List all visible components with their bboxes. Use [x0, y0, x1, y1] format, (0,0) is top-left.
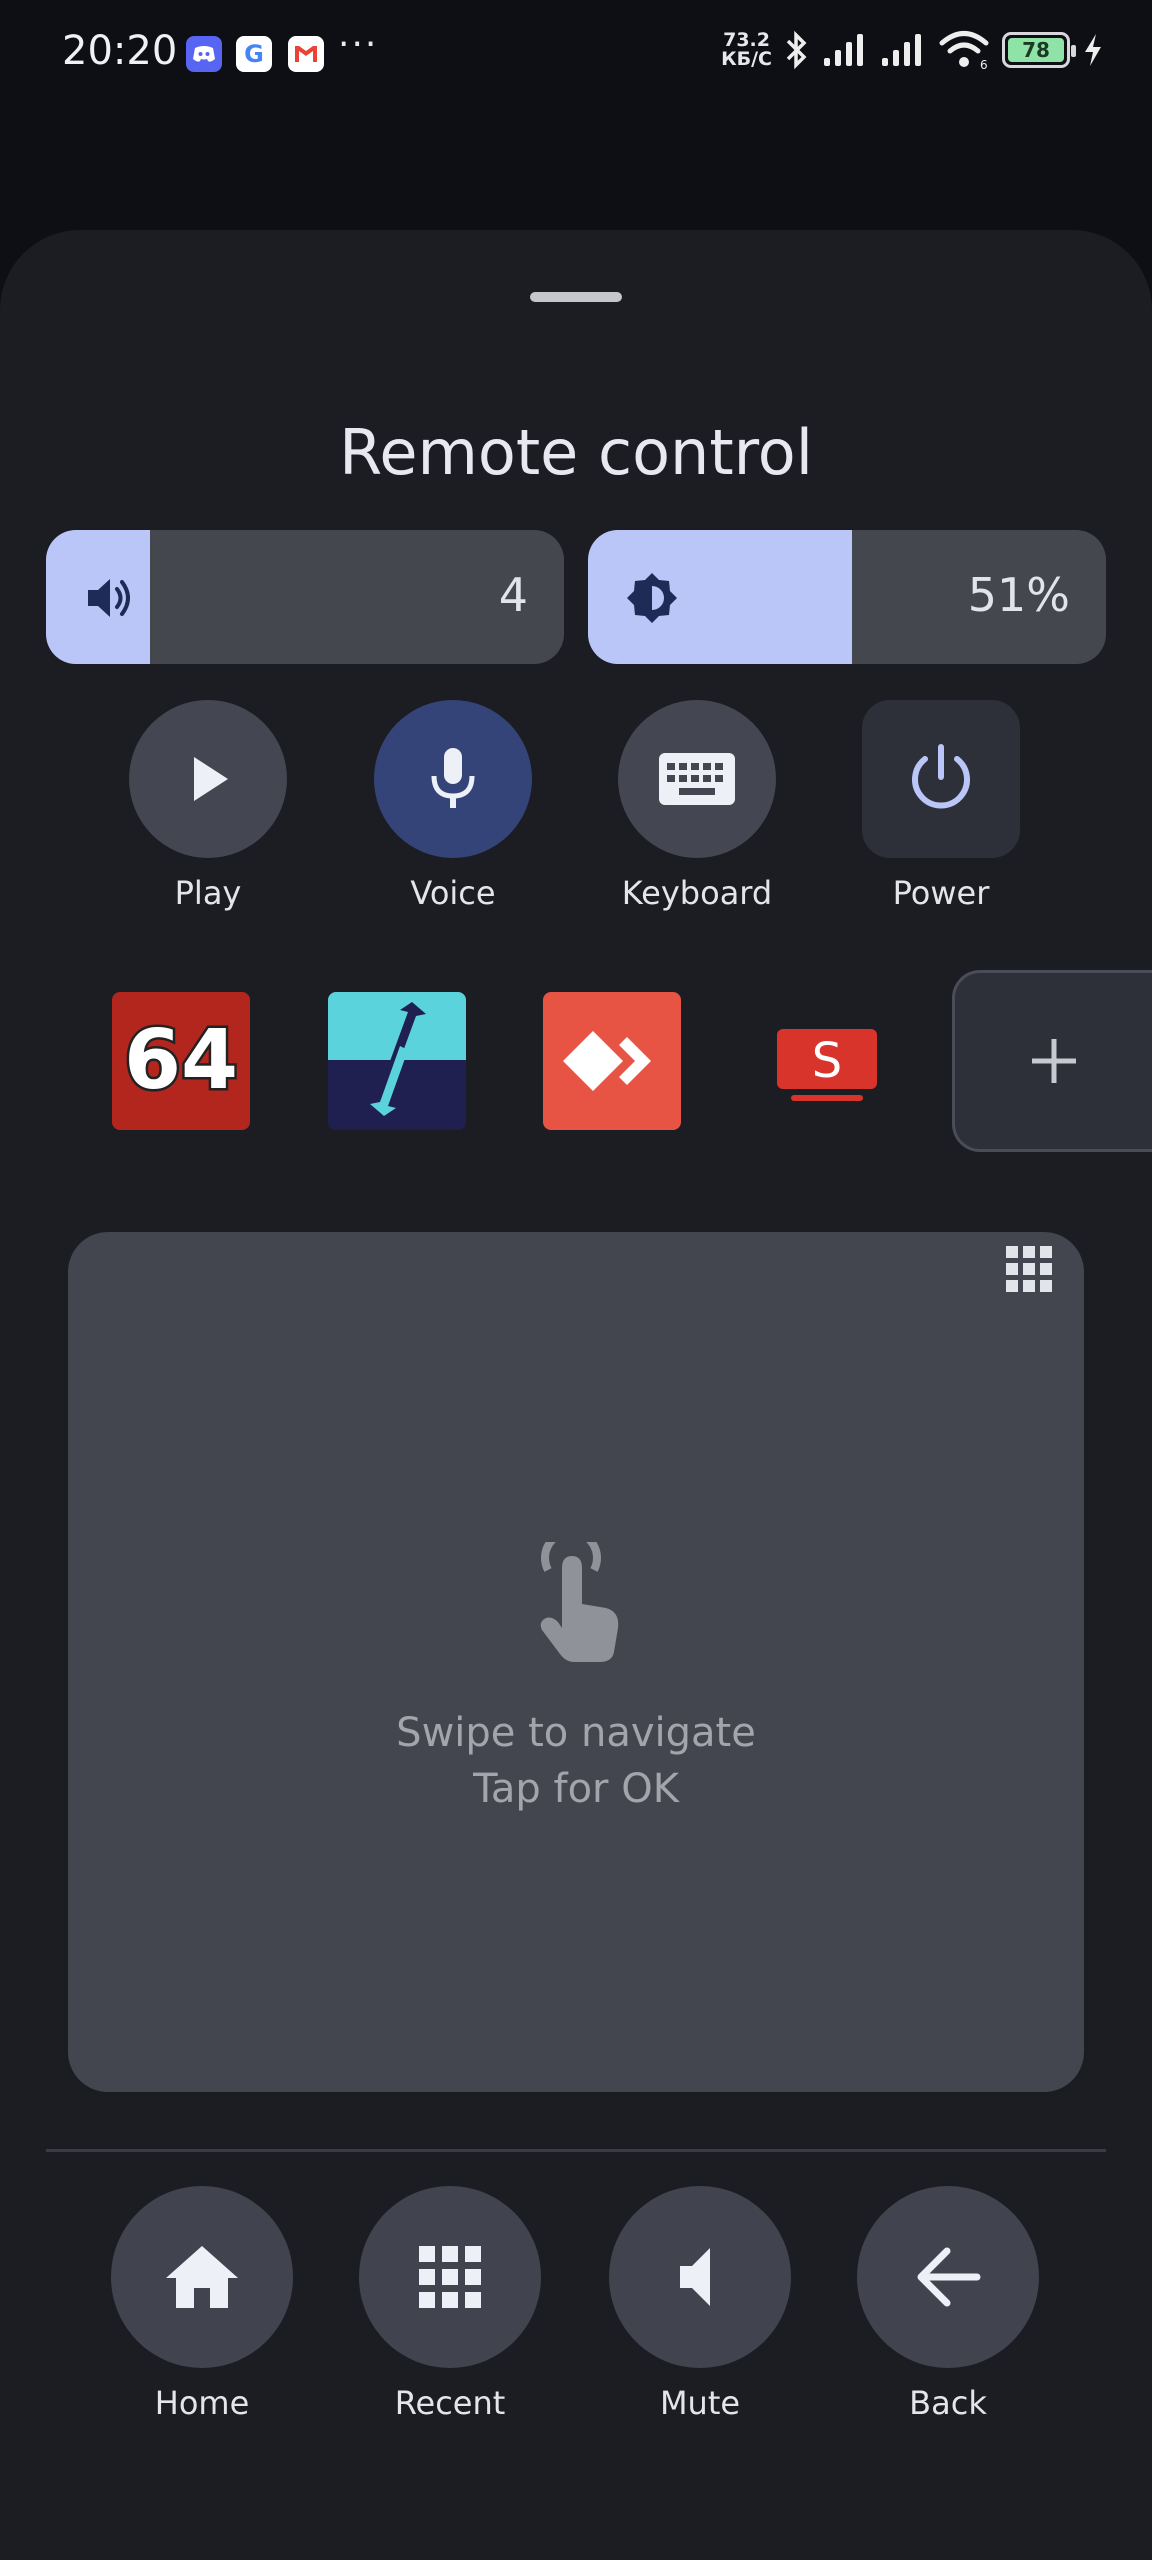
- power-label: Power: [892, 874, 990, 912]
- brightness-icon: [627, 573, 677, 623]
- touchpad[interactable]: Swipe to navigate Tap for OK: [68, 1232, 1084, 2092]
- status-time: 20:20: [62, 28, 178, 74]
- signal-1-icon: [824, 34, 863, 66]
- page-title: Remote control: [339, 416, 813, 489]
- back-arrow-icon: [917, 2247, 981, 2307]
- home-label: Home: [154, 2384, 250, 2422]
- play-button[interactable]: [129, 700, 287, 858]
- app-transfer-icon[interactable]: [328, 992, 466, 1130]
- home-nav[interactable]: Home: [102, 2186, 302, 2422]
- play-action[interactable]: Play: [108, 700, 308, 912]
- gmail-icon: [288, 36, 324, 72]
- voice-label: Voice: [410, 874, 496, 912]
- mute-nav[interactable]: Mute: [600, 2186, 800, 2422]
- status-icons: 73.2 КБ/С 6 78: [721, 30, 1104, 70]
- discord-icon: [186, 36, 222, 72]
- recent-label: Recent: [394, 2384, 506, 2422]
- app-s-tv-icon[interactable]: S: [758, 992, 896, 1130]
- keyboard-label: Keyboard: [621, 874, 773, 912]
- play-icon: [194, 757, 228, 801]
- svg-text:S: S: [812, 1033, 842, 1089]
- add-app-button[interactable]: [952, 970, 1152, 1152]
- divider: [46, 2149, 1106, 2152]
- recent-button[interactable]: [359, 2186, 541, 2368]
- back-label: Back: [909, 2384, 987, 2422]
- back-button[interactable]: [857, 2186, 1039, 2368]
- charging-icon: [1085, 34, 1101, 66]
- app-anydesk-icon[interactable]: [543, 992, 681, 1130]
- more-notifications-icon: ···: [338, 24, 379, 65]
- back-nav[interactable]: Back: [848, 2186, 1048, 2422]
- keyboard-action[interactable]: Keyboard: [597, 700, 797, 912]
- touchpad-hint-swipe: Swipe to navigate: [396, 1710, 756, 1756]
- google-icon: G: [236, 36, 272, 72]
- net-speed: 73.2 КБ/С: [721, 29, 772, 70]
- power-button[interactable]: [862, 700, 1020, 858]
- wifi-icon: 6: [939, 31, 989, 70]
- dpad-grid-icon[interactable]: [1004, 1244, 1054, 1294]
- svg-text:6: 6: [980, 58, 988, 70]
- touchpad-hint-tap: Tap for OK: [473, 1766, 679, 1812]
- mute-label: Mute: [659, 2384, 741, 2422]
- status-bar: 20:20 G ··· 73.2 КБ/С 6 78: [0, 0, 1152, 110]
- bluetooth-icon: [786, 30, 807, 70]
- power-action[interactable]: Power: [841, 700, 1041, 912]
- grid-icon: [419, 2246, 481, 2308]
- power-icon: [912, 744, 970, 809]
- mute-icon: [680, 2248, 710, 2306]
- mute-button[interactable]: [609, 2186, 791, 2368]
- volume-icon: [88, 579, 130, 617]
- recent-nav[interactable]: Recent: [350, 2186, 550, 2422]
- home-button[interactable]: [111, 2186, 293, 2368]
- brightness-value: 51%: [967, 568, 1070, 622]
- volume-value: 4: [498, 568, 528, 622]
- voice-button[interactable]: [374, 700, 532, 858]
- volume-slider[interactable]: 4: [46, 530, 564, 664]
- keyboard-icon: [659, 753, 735, 805]
- battery-icon: 78: [1002, 32, 1076, 68]
- app-64-icon[interactable]: 64: [112, 992, 250, 1130]
- svg-text:64: 64: [124, 1016, 238, 1106]
- drag-handle[interactable]: [530, 292, 622, 302]
- microphone-icon: [431, 748, 475, 808]
- signal-2-icon: [882, 34, 921, 66]
- brightness-slider[interactable]: 51%: [588, 530, 1106, 664]
- play-label: Play: [174, 874, 242, 912]
- plus-icon: [1031, 1039, 1076, 1083]
- tap-gesture-icon: [540, 1542, 619, 1662]
- voice-action[interactable]: Voice: [353, 700, 553, 912]
- remote-control-sheet: Remote control 4 51% Play Voice Keyboard…: [0, 230, 1152, 2560]
- keyboard-button[interactable]: [618, 700, 776, 858]
- home-icon: [166, 2246, 238, 2308]
